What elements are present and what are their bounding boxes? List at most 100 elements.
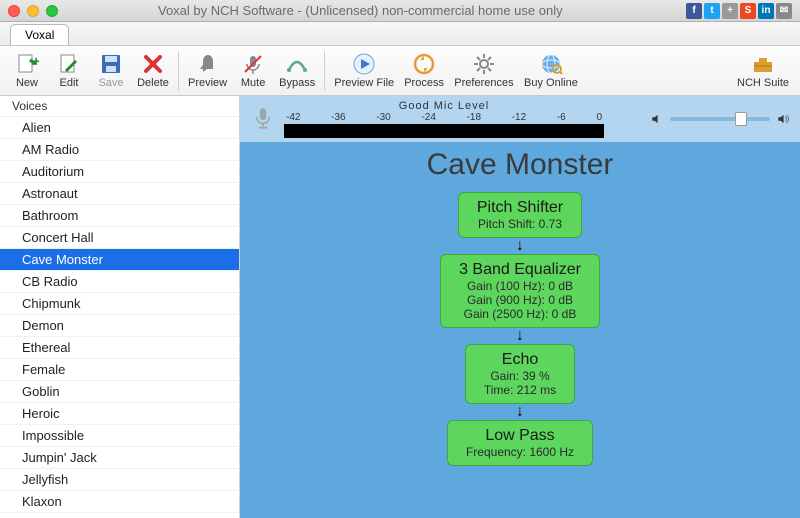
preferences-button[interactable]: Preferences — [449, 48, 519, 94]
preview-file-button[interactable]: Preview File — [329, 48, 399, 94]
close-icon[interactable] — [8, 5, 20, 17]
meter-strip: Good Mic Level -42-36-30-24-18-12-60 — [240, 96, 800, 142]
voice-item[interactable]: Auditorium — [0, 161, 239, 183]
minimize-icon[interactable] — [27, 5, 39, 17]
tick: -6 — [557, 112, 566, 123]
sidebar: Voices AlienAM RadioAuditoriumAstronautB… — [0, 96, 240, 518]
effect-param: Gain: 39 % — [484, 369, 556, 383]
suite-label: NCH Suite — [737, 77, 789, 89]
tick: -12 — [512, 112, 526, 123]
effect-param: Time: 212 ms — [484, 383, 556, 397]
share-icon[interactable]: + — [722, 3, 738, 19]
mute-button[interactable]: Mute — [232, 48, 274, 94]
voice-item[interactable]: Impossible — [0, 425, 239, 447]
voice-item[interactable]: Astronaut — [0, 183, 239, 205]
voice-item[interactable]: Concert Hall — [0, 227, 239, 249]
content: Good Mic Level -42-36-30-24-18-12-60 Cav… — [240, 96, 800, 518]
meter-bar — [284, 124, 604, 138]
edit-icon — [57, 52, 81, 76]
effect-title: Pitch Shifter — [477, 199, 563, 217]
tab-voxal[interactable]: Voxal — [10, 24, 69, 45]
voice-item[interactable]: Bathroom — [0, 205, 239, 227]
volume-slider[interactable] — [670, 117, 770, 121]
main: Voices AlienAM RadioAuditoriumAstronautB… — [0, 96, 800, 518]
voice-item[interactable]: Ethereal — [0, 337, 239, 359]
voice-item[interactable]: Jumpin' Jack — [0, 447, 239, 469]
preview-label: Preview — [188, 77, 227, 89]
effect-chain: Cave Monster Pitch ShifterPitch Shift: 0… — [240, 142, 800, 466]
effect-node[interactable]: Low PassFrequency: 1600 Hz — [447, 420, 593, 466]
tick: -42 — [286, 112, 300, 123]
arrow-down-icon: ↓ — [240, 329, 800, 343]
preview-icon — [196, 52, 220, 76]
save-label: Save — [98, 77, 123, 89]
linkedin-icon[interactable]: in — [758, 3, 774, 19]
tick: -18 — [467, 112, 481, 123]
meter-ticks: -42-36-30-24-18-12-60 — [284, 112, 604, 123]
effect-title: Echo — [484, 351, 556, 369]
save-icon — [99, 52, 123, 76]
voice-item[interactable]: Jellyfish — [0, 469, 239, 491]
voice-item[interactable]: Female — [0, 359, 239, 381]
edit-button[interactable]: Edit — [48, 48, 90, 94]
buy-label: Buy Online — [524, 77, 578, 89]
voice-item[interactable]: AM Radio — [0, 139, 239, 161]
voice-item[interactable]: CB Radio — [0, 271, 239, 293]
twitter-icon[interactable]: t — [704, 3, 720, 19]
voices-header: Voices — [0, 96, 239, 117]
effect-node[interactable]: 3 Band EqualizerGain (100 Hz): 0 dBGain … — [440, 254, 600, 328]
globe-icon — [539, 52, 563, 76]
new-button[interactable]: + New — [6, 48, 48, 94]
voice-item[interactable]: Cave Monster — [0, 249, 239, 271]
svg-text:+: + — [32, 53, 39, 69]
play-icon — [352, 52, 376, 76]
tick: -30 — [376, 112, 390, 123]
tick: -36 — [331, 112, 345, 123]
save-button[interactable]: Save — [90, 48, 132, 94]
mic-icon — [250, 105, 276, 134]
delete-icon — [141, 52, 165, 76]
window-controls — [8, 5, 58, 17]
process-label: Process — [404, 77, 444, 89]
window-title: Voxal by NCH Software - (Unlicensed) non… — [58, 3, 686, 18]
voice-item[interactable]: Demon — [0, 315, 239, 337]
process-button[interactable]: Process — [399, 48, 449, 94]
speaker-low-icon — [650, 112, 664, 126]
facebook-icon[interactable]: f — [686, 3, 702, 19]
buy-button[interactable]: Buy Online — [519, 48, 583, 94]
voice-item[interactable]: Chipmunk — [0, 293, 239, 315]
preview-button[interactable]: Preview — [183, 48, 232, 94]
stumble-icon[interactable]: S — [740, 3, 756, 19]
effect-param: Gain (900 Hz): 0 dB — [459, 293, 581, 307]
voice-item[interactable]: Goblin — [0, 381, 239, 403]
delete-button[interactable]: Delete — [132, 48, 174, 94]
chain-title: Cave Monster — [240, 148, 800, 182]
voice-item[interactable]: Klaxon — [0, 491, 239, 513]
mute-label: Mute — [241, 77, 265, 89]
speaker-high-icon — [776, 112, 790, 126]
bypass-icon — [285, 52, 309, 76]
toolbox-icon — [751, 52, 775, 76]
effect-param: Pitch Shift: 0.73 — [477, 217, 563, 231]
arrow-down-icon: ↓ — [240, 405, 800, 419]
mute-icon — [241, 52, 265, 76]
process-icon — [412, 52, 436, 76]
edit-label: Edit — [60, 77, 79, 89]
effect-node[interactable]: Pitch ShifterPitch Shift: 0.73 — [458, 192, 582, 238]
effect-param: Gain (2500 Hz): 0 dB — [459, 307, 581, 321]
effect-node[interactable]: EchoGain: 39 %Time: 212 ms — [465, 344, 575, 404]
social-links: f t + S in ✉ — [686, 3, 792, 19]
voice-item[interactable]: Lost in Space — [0, 513, 239, 518]
tick: 0 — [596, 112, 602, 123]
zoom-icon[interactable] — [46, 5, 58, 17]
new-icon: + — [15, 52, 39, 76]
new-label: New — [16, 77, 38, 89]
email-icon[interactable]: ✉ — [776, 3, 792, 19]
slider-thumb[interactable] — [735, 112, 747, 126]
bypass-button[interactable]: Bypass — [274, 48, 320, 94]
suite-button[interactable]: NCH Suite — [732, 48, 794, 94]
separator — [324, 51, 325, 91]
voice-item[interactable]: Alien — [0, 117, 239, 139]
effect-param: Frequency: 1600 Hz — [466, 445, 574, 459]
voice-item[interactable]: Heroic — [0, 403, 239, 425]
